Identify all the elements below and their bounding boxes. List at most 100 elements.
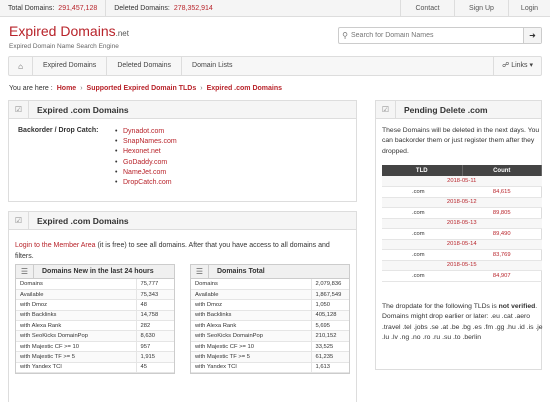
table-row: Domains 2,079,836 <box>191 279 349 290</box>
table-row: with Dmoz 1,050 <box>191 299 349 311</box>
breadcrumb-separator: › <box>80 85 83 92</box>
count-link[interactable]: 89,490 <box>462 228 542 240</box>
date-row: 2018-05-14 <box>382 239 542 250</box>
total-domains-stat: Total Domains: 291,457,128 <box>0 5 97 12</box>
count-link[interactable]: 84,615 <box>462 186 542 198</box>
row-value: 8,630 <box>135 330 174 342</box>
new-domains-table: ☰ Domains New in the last 24 hours Domai… <box>15 264 175 375</box>
logo-name: Expired Domains <box>9 23 116 39</box>
table-row: with SeoKicks DomainPop 8,630 <box>16 330 174 342</box>
site-tagline: Expired Domain Name Search Engine <box>9 43 119 50</box>
column-header-tld: TLD <box>382 165 463 176</box>
registrar-link[interactable]: DropCatch.com <box>123 179 172 186</box>
count-link[interactable]: 83,769 <box>462 249 542 261</box>
registrar-link[interactable]: GoDaddy.com <box>123 159 167 166</box>
row-value: 957 <box>135 341 174 353</box>
registrar-list: Dynadot.com SnapNames.com Hexonet.net Go… <box>115 127 177 188</box>
link-icon: ☍ <box>502 62 510 69</box>
member-area-link[interactable]: Login to the Member Area <box>15 242 96 249</box>
registrar-link[interactable]: NameJet.com <box>123 169 166 176</box>
table-row: with Majestic TF >= 5 61,235 <box>191 351 349 363</box>
data-table: Domains 2,079,836 Available 1,867,549 with D… <box>191 279 349 374</box>
panel-title: Expired .com Domains <box>37 215 129 226</box>
sign-up-link[interactable]: Sign Up <box>454 0 508 17</box>
table-title: Domains New in the last 24 hours <box>42 268 154 275</box>
breadcrumb-current[interactable]: Expired .com Domains <box>207 85 282 92</box>
table-row: .com 89,490 <box>382 228 542 240</box>
table-row: .com 84,615 <box>382 186 542 198</box>
row-value: 45 <box>135 362 174 374</box>
row-label: with Dmoz <box>16 299 136 311</box>
registrar-link[interactable]: SnapNames.com <box>123 138 177 145</box>
table-row: with Yandex TCI 1,613 <box>191 362 349 374</box>
panel-header: ☑ Expired .com Domains <box>9 212 356 230</box>
data-table: Domains 75,777 Available 75,343 with Dmoz 48 w… <box>16 279 174 374</box>
row-value: 33,525 <box>310 341 349 353</box>
search-input[interactable] <box>351 28 523 43</box>
count-link[interactable]: 89,805 <box>462 207 542 219</box>
date-row: 2018-05-15 <box>382 260 542 271</box>
nav-expired-domains[interactable]: Expired Domains <box>33 57 108 75</box>
drop-date: 2018-05-13 <box>382 218 542 229</box>
top-nav: Contact Sign Up Login <box>400 0 550 17</box>
row-label: Available <box>191 289 311 301</box>
row-label: with Majestic CF >= 10 <box>191 341 311 353</box>
panel-header: ☑ Pending Delete .com <box>376 101 541 119</box>
deleted-domains-value: 278,352,914 <box>173 4 213 12</box>
table-title: Domains Total <box>217 268 265 275</box>
divider <box>105 0 107 17</box>
row-value: 210,152 <box>310 330 349 342</box>
list-item: DropCatch.com <box>115 178 177 188</box>
table-row: with Yandex TCI 45 <box>16 362 174 374</box>
breadcrumb-home[interactable]: Home <box>57 85 76 92</box>
row-value: 75,777 <box>135 279 174 290</box>
count-link[interactable]: 84,907 <box>462 270 542 282</box>
brand[interactable]: Expired Domains.net Expired Domain Name … <box>9 24 129 51</box>
row-value: 1,915 <box>135 351 174 363</box>
contact-link[interactable]: Contact <box>400 0 454 17</box>
table-header: ☰ Domains New in the last 24 hours <box>16 265 174 279</box>
table-row: with Alexa Rank 5,695 <box>191 320 349 332</box>
nav-deleted-domains[interactable]: Deleted Domains <box>107 57 183 75</box>
breadcrumb-separator: › <box>200 85 203 92</box>
checkbox-icon: ☑ <box>9 212 29 229</box>
main-navbar: ⌂ Expired Domains Deleted Domains Domain… <box>8 56 542 76</box>
table-row: .com 84,907 <box>382 270 542 282</box>
row-label: Domains <box>191 279 311 290</box>
table-row: Available 1,867,549 <box>191 289 349 301</box>
row-label: with Yandex TCI <box>16 362 136 374</box>
home-button[interactable]: ⌂ <box>9 57 33 75</box>
site-logo[interactable]: Expired Domains.net <box>9 24 129 41</box>
date-row: 2018-05-12 <box>382 197 542 208</box>
home-icon: ⌂ <box>18 61 23 71</box>
panel-title: Expired .com Domains <box>37 104 129 115</box>
tld-cell: .com <box>382 207 462 219</box>
row-value: 282 <box>135 320 174 332</box>
registrar-link[interactable]: Hexonet.net <box>123 148 161 155</box>
links-dropdown[interactable]: ☍ Links ▾ <box>493 57 541 75</box>
deleted-domains-stat: Deleted Domains: 278,352,914 <box>114 5 213 12</box>
row-value: 405,128 <box>310 310 349 322</box>
list-item: Dynadot.com <box>115 127 177 137</box>
pending-table: TLD Count 2018-05-11 .com 84,615 2018-05-12… <box>382 165 542 282</box>
row-label: with Alexa Rank <box>191 320 311 332</box>
login-link[interactable]: Login <box>508 0 550 17</box>
row-label: Domains <box>16 279 136 290</box>
total-domains-table: ☰ Domains Total Domains 2,079,836 Availabl… <box>190 264 350 375</box>
column-header-count: Count <box>462 165 542 176</box>
registrar-link[interactable]: Dynadot.com <box>123 128 164 135</box>
nav-domain-lists[interactable]: Domain Lists <box>182 57 242 75</box>
row-value: 2,079,836 <box>310 279 349 290</box>
pending-description: These Domains will be deleted in the nex… <box>382 127 540 155</box>
table-row: Available 75,343 <box>16 289 174 301</box>
tld-cell: .com <box>382 186 462 198</box>
row-label: with Majestic TF >= 5 <box>16 351 136 363</box>
top-bar: Total Domains: 291,457,128 Deleted Domai… <box>0 0 550 17</box>
search-submit-button[interactable]: ➜ <box>523 28 541 43</box>
panel-header: ☑ Expired .com Domains <box>9 101 356 119</box>
row-value: 14,758 <box>135 310 174 322</box>
row-value: 5,695 <box>310 320 349 332</box>
breadcrumb-tlds[interactable]: Supported Expired Domain TLDs <box>87 85 197 92</box>
list-item: SnapNames.com <box>115 137 177 147</box>
breadcrumb: You are here : Home › Supported Expired … <box>9 85 282 92</box>
